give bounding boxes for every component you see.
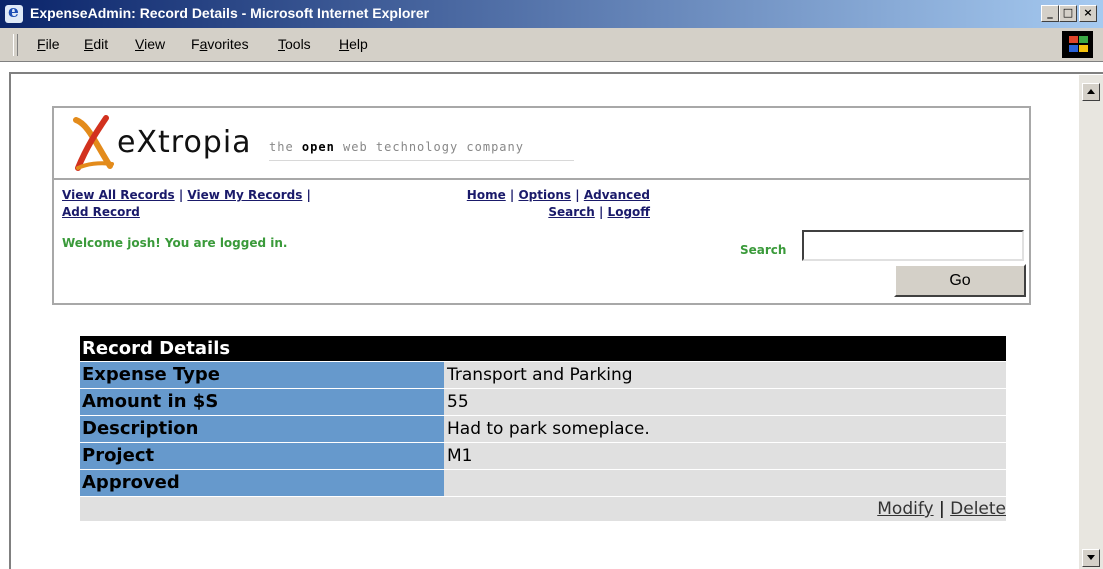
window-title: ExpenseAdmin: Record Details - Microsoft… <box>30 5 430 21</box>
scroll-down-icon[interactable] <box>1082 549 1100 567</box>
menu-view[interactable]: View <box>135 36 165 52</box>
menu-tools[interactable]: Tools <box>278 36 311 52</box>
site-nav: Home | Options | Advanced Search | Logof… <box>466 188 650 219</box>
tagline: the open web technology company <box>269 140 524 154</box>
field-label-approved: Approved <box>80 470 444 496</box>
menu-favorites[interactable]: Favorites <box>191 36 249 52</box>
scroll-up-icon[interactable] <box>1082 83 1100 101</box>
header-divider <box>54 178 1029 180</box>
go-button[interactable]: Go <box>894 264 1026 297</box>
menu-edit[interactable]: Edit <box>84 36 108 52</box>
advanced-search-link-line2[interactable]: Search <box>548 205 594 219</box>
record-nav: View All Records | View My Records | Add… <box>62 188 311 219</box>
minimize-button[interactable]: _ <box>1041 5 1059 22</box>
field-value-approved <box>446 470 1006 496</box>
record-details-title: Record Details <box>80 336 1006 361</box>
maximize-button[interactable]: □ <box>1059 5 1077 22</box>
field-value-project: M1 <box>446 443 1006 469</box>
windows-logo-icon <box>1062 31 1093 58</box>
view-all-records-link[interactable]: View All Records <box>62 188 175 202</box>
field-label-expense-type: Expense Type <box>80 362 444 388</box>
search-input[interactable] <box>802 230 1024 261</box>
internet-explorer-icon[interactable] <box>5 2 23 23</box>
field-label-project: Project <box>80 443 444 469</box>
delete-link[interactable]: Delete <box>950 499 1006 519</box>
field-value-amount: 55 <box>446 389 1006 415</box>
menu-help[interactable]: Help <box>339 36 368 52</box>
advanced-search-link-line1[interactable]: Advanced <box>584 188 650 202</box>
table-row: Project M1 <box>80 443 1006 469</box>
logo-wordmark: eXtropia <box>117 125 252 160</box>
toolbar-grip[interactable] <box>13 34 18 56</box>
home-link[interactable]: Home <box>467 188 506 202</box>
field-value-expense-type: Transport and Parking <box>446 362 1006 388</box>
welcome-message: Welcome josh! You are logged in. <box>62 236 288 250</box>
table-row: Expense Type Transport and Parking <box>80 362 1006 388</box>
table-row: Approved <box>80 470 1006 496</box>
record-actions: Modify | Delete <box>80 497 1006 521</box>
field-value-description: Had to park someplace. <box>446 416 1006 442</box>
view-my-records-link[interactable]: View My Records <box>187 188 302 202</box>
tagline-divider <box>269 160 574 161</box>
vertical-scrollbar[interactable] <box>1079 75 1103 569</box>
add-record-link[interactable]: Add Record <box>62 205 140 219</box>
window-title-bar[interactable]: ExpenseAdmin: Record Details - Microsoft… <box>0 0 1103 28</box>
modify-link[interactable]: Modify <box>877 499 933 519</box>
search-label: Search <box>740 243 787 257</box>
menu-bar: File Edit View Favorites Tools Help <box>0 28 1103 62</box>
close-button[interactable]: × <box>1079 5 1097 22</box>
table-row: Amount in $S 55 <box>80 389 1006 415</box>
logoff-link[interactable]: Logoff <box>608 205 650 219</box>
options-link[interactable]: Options <box>518 188 571 202</box>
site-header: eXtropia the open web technology company… <box>52 106 1031 305</box>
field-label-amount: Amount in $S <box>80 389 444 415</box>
field-label-description: Description <box>80 416 444 442</box>
table-row: Description Had to park someplace. <box>80 416 1006 442</box>
extropia-logo-icon <box>73 115 114 171</box>
menu-file[interactable]: File <box>37 36 60 52</box>
record-details-table: Record Details Expense Type Transport an… <box>80 336 1006 521</box>
